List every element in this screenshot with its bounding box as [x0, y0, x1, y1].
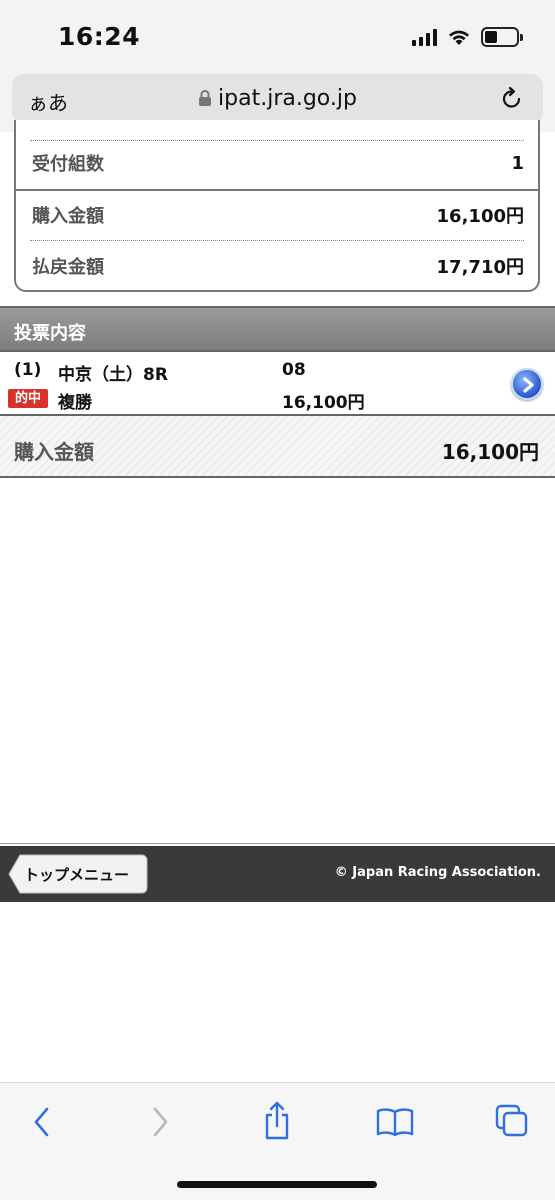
copyright-text: © Japan Racing Association. — [334, 865, 541, 880]
summary-value: 17,710円 — [436, 257, 524, 278]
top-menu-button[interactable]: トップメニュー — [8, 854, 148, 894]
summary-row-count: 受付組数 1 — [32, 138, 524, 188]
summary-row-payout: 払戻金額 17,710円 — [32, 241, 524, 291]
chevron-right-icon — [523, 377, 534, 393]
bet-race: 中京（土）8R — [58, 365, 168, 385]
bet-item[interactable]: (1) 中京（土）8R 08 的中 複勝 16,100円 — [0, 352, 555, 416]
divider — [0, 843, 555, 844]
lock-icon — [199, 90, 212, 106]
summary-row-purchase: 購入金額 16,100円 — [32, 190, 524, 240]
status-icons — [412, 24, 523, 50]
total-value: 16,100円 — [441, 440, 539, 464]
bet-horse: 08 — [282, 360, 306, 380]
summary-value: 16,100円 — [436, 206, 524, 227]
total-bar: 購入金額 16,100円 — [0, 416, 555, 478]
top-menu-label: トップメニュー — [24, 866, 130, 884]
url-text: ipat.jra.go.jp — [218, 86, 357, 111]
section-title: 投票内容 — [14, 323, 86, 344]
reload-icon[interactable] — [499, 86, 525, 112]
status-bar: 16:24 — [0, 0, 555, 70]
back-icon[interactable] — [30, 1105, 54, 1139]
summary-label: 受付組数 — [32, 154, 104, 175]
status-time: 16:24 — [58, 22, 141, 51]
bet-type: 複勝 — [58, 393, 92, 413]
battery-icon — [481, 27, 523, 47]
wifi-icon — [449, 30, 469, 45]
summary-value: 1 — [511, 152, 524, 174]
bet-amount: 16,100円 — [282, 393, 365, 413]
bookmarks-icon[interactable] — [376, 1107, 414, 1137]
summary-box: 受付組数 1 購入金額 16,100円 払戻金額 17,710円 — [14, 120, 540, 292]
tabs-icon[interactable] — [494, 1103, 530, 1139]
share-icon[interactable] — [262, 1101, 292, 1141]
signal-icon — [412, 28, 437, 46]
summary-label: 購入金額 — [32, 206, 104, 227]
section-header: 投票内容 — [0, 306, 555, 352]
footer-bar: トップメニュー © Japan Racing Association. — [0, 846, 555, 902]
detail-arrow-button[interactable] — [511, 368, 543, 400]
forward-icon[interactable] — [148, 1105, 172, 1139]
hit-badge: 的中 — [8, 389, 48, 408]
address-bar[interactable]: ぁあ ipat.jra.go.jp — [12, 74, 543, 124]
url-display[interactable]: ipat.jra.go.jp — [12, 86, 543, 111]
home-indicator[interactable] — [177, 1181, 377, 1188]
total-label: 購入金額 — [14, 440, 94, 464]
summary-label: 払戻金額 — [32, 257, 104, 278]
bet-number: (1) — [14, 360, 42, 380]
